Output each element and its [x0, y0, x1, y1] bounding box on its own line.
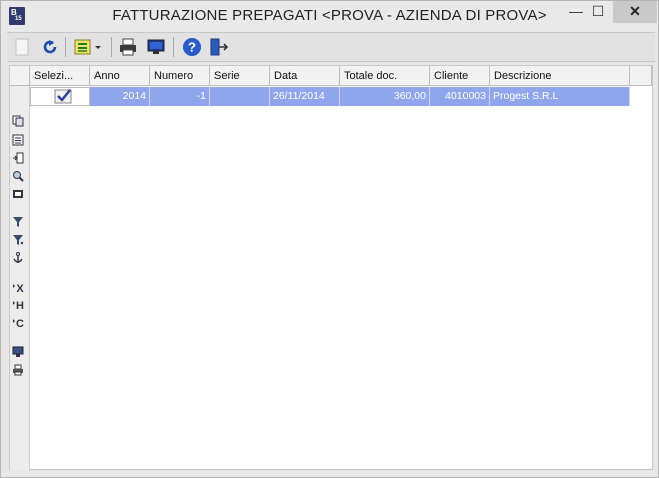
- title-bar: B 15 FATTURAZIONE PREPAGATI <PROVA - AZI…: [1, 1, 658, 31]
- preview-monitor-icon[interactable]: [145, 36, 167, 58]
- screen-icon[interactable]: [11, 346, 25, 358]
- cell-totale[interactable]: 360,00: [340, 87, 430, 106]
- export-html-icon[interactable]: H: [11, 298, 25, 312]
- select-list-icon[interactable]: [71, 36, 105, 58]
- cell-numero[interactable]: -1: [150, 87, 210, 106]
- column-header-anno[interactable]: Anno: [90, 66, 150, 86]
- column-header-selezione[interactable]: Selezi...: [30, 66, 90, 86]
- print-icon[interactable]: [11, 364, 25, 376]
- insert-icon[interactable]: [11, 152, 25, 164]
- main-window: B 15 FATTURAZIONE PREPAGATI <PROVA - AZI…: [0, 0, 659, 478]
- search-icon[interactable]: [11, 170, 25, 182]
- maximize-button[interactable]: ☐: [583, 1, 613, 23]
- toolbar: ?: [7, 32, 655, 62]
- filter-clear-icon[interactable]: [11, 234, 25, 246]
- export-csv-icon[interactable]: C: [11, 316, 25, 330]
- new-icon[interactable]: [11, 36, 33, 58]
- column-header-serie[interactable]: Serie: [210, 66, 270, 86]
- window-title: FATTURAZIONE PREPAGATI <PROVA - AZIENDA …: [112, 7, 547, 24]
- filter-icon[interactable]: [11, 216, 25, 228]
- cell-serie[interactable]: [210, 87, 270, 106]
- column-header-totale[interactable]: Totale doc.: [340, 66, 430, 86]
- export-excel-icon[interactable]: X: [11, 281, 25, 295]
- svg-text:?: ?: [188, 40, 196, 55]
- cell-cliente[interactable]: 4010003: [430, 87, 490, 106]
- column-header-descrizione[interactable]: Descrizione: [490, 66, 630, 86]
- column-header-data[interactable]: Data: [270, 66, 340, 86]
- copy-icon[interactable]: [11, 115, 25, 127]
- toolbar-separator: [111, 37, 112, 57]
- toolbar-separator: [173, 37, 174, 57]
- cell-data[interactable]: 26/11/2014: [270, 87, 340, 106]
- cell-descrizione[interactable]: Progest S.R.L: [490, 87, 630, 106]
- svg-text:H: H: [16, 300, 24, 310]
- column-header-numero[interactable]: Numero: [150, 66, 210, 86]
- svg-text:C: C: [16, 318, 24, 328]
- side-toolbar: X H C: [8, 65, 28, 470]
- close-button[interactable]: ✕: [613, 1, 657, 23]
- print-icon[interactable]: [117, 36, 139, 58]
- column-header-cliente[interactable]: Cliente: [430, 66, 490, 86]
- svg-text:X: X: [16, 283, 24, 293]
- exit-icon[interactable]: [207, 36, 229, 58]
- data-grid: Selezi... Anno Numero Serie Data Totale …: [9, 65, 653, 471]
- cell-anno[interactable]: 2014: [90, 87, 150, 106]
- detail-icon[interactable]: [11, 188, 25, 200]
- column-header-filler: [630, 66, 652, 86]
- toolbar-separator: [65, 37, 66, 57]
- select-checkbox[interactable]: [30, 87, 90, 106]
- list-icon[interactable]: [11, 134, 25, 146]
- anchor-icon[interactable]: [11, 252, 25, 264]
- help-icon[interactable]: ?: [181, 36, 203, 58]
- refresh-icon[interactable]: [39, 36, 61, 58]
